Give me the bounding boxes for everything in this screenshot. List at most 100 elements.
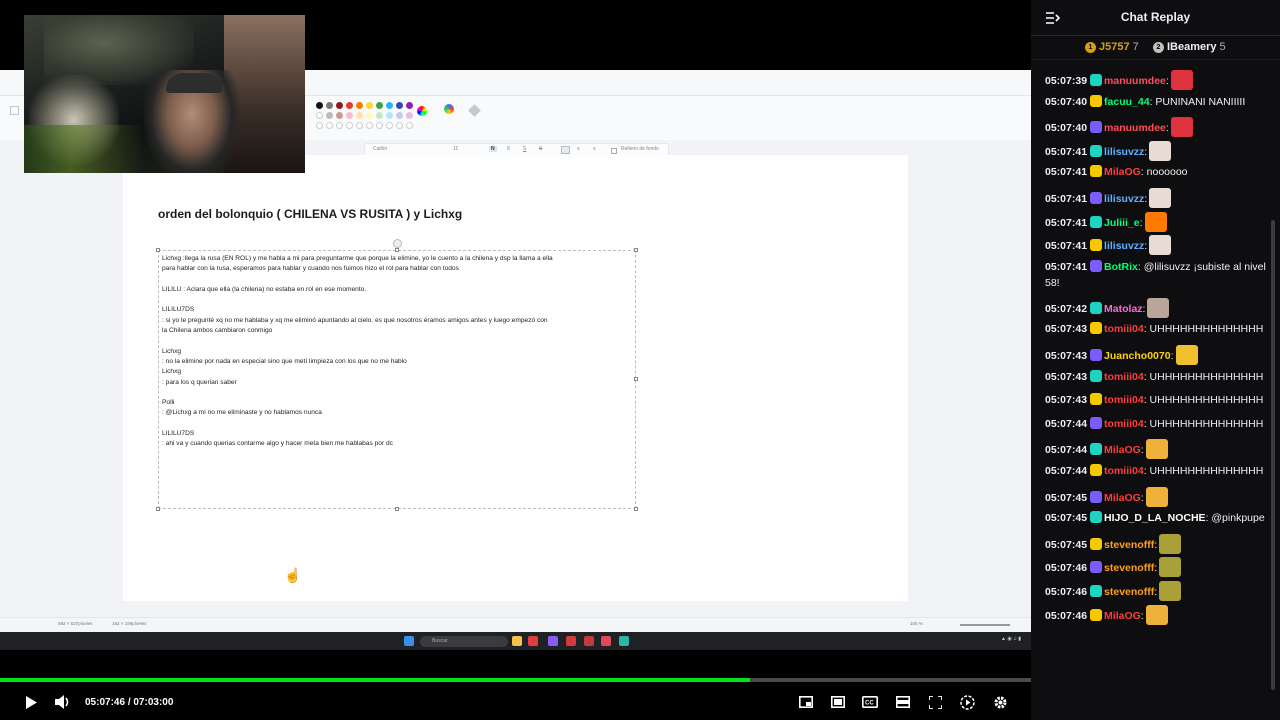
taskbar-search[interactable]: Buscar bbox=[420, 636, 508, 647]
chat-message[interactable]: 05:07:41 lilisuvzz: bbox=[1045, 188, 1267, 208]
playback-speed-icon[interactable] bbox=[957, 692, 977, 712]
color-swatch[interactable] bbox=[336, 122, 343, 129]
color-swatch[interactable] bbox=[326, 122, 333, 129]
chat-message[interactable]: 05:07:39 manuumdee: bbox=[1045, 70, 1267, 90]
color-swatch[interactable] bbox=[356, 122, 363, 129]
message-username[interactable]: lilisuvzz bbox=[1104, 240, 1144, 252]
strikethrough-button[interactable]: S bbox=[539, 146, 542, 152]
chat-message[interactable]: 05:07:46 stevenofff: bbox=[1045, 557, 1267, 578]
align-center-button[interactable]: ≡ bbox=[577, 146, 580, 152]
chat-message[interactable]: 05:07:41 lilisuvzz: bbox=[1045, 235, 1267, 256]
color-swatch[interactable] bbox=[386, 102, 393, 109]
message-username[interactable]: BotRix bbox=[1104, 261, 1138, 273]
play-button[interactable] bbox=[21, 692, 41, 712]
message-username[interactable]: Juliii_e bbox=[1104, 217, 1140, 229]
italic-button[interactable]: K bbox=[507, 146, 510, 152]
chrome-icon[interactable] bbox=[601, 636, 611, 646]
color-swatch[interactable] bbox=[406, 112, 413, 119]
chat-message[interactable]: 05:07:46 stevenofff: bbox=[1045, 581, 1267, 601]
text-box[interactable]: Lichxg :llega la rusa (EN ROL) y me habl… bbox=[156, 239, 638, 511]
color-swatch[interactable] bbox=[366, 112, 373, 119]
folder-icon[interactable] bbox=[512, 636, 522, 646]
color-swatch[interactable] bbox=[386, 112, 393, 119]
chat-message[interactable]: 05:07:41 Juliii_e: bbox=[1045, 211, 1267, 232]
resize-handle[interactable] bbox=[634, 248, 638, 252]
color-swatch[interactable] bbox=[396, 102, 403, 109]
chat-message[interactable]: 05:07:41 BotRix: @lilisuvzz ¡subiste al n… bbox=[1045, 259, 1267, 291]
color-swatch[interactable] bbox=[316, 122, 323, 129]
leaderboard-entry[interactable]: 1 J5757 7 bbox=[1085, 41, 1139, 53]
message-username[interactable]: tomiii04 bbox=[1104, 371, 1144, 383]
align-right-button[interactable]: ≡ bbox=[593, 146, 596, 152]
resize-handle[interactable] bbox=[395, 507, 399, 511]
color-swatch[interactable] bbox=[346, 112, 353, 119]
seek-bar[interactable] bbox=[0, 678, 1031, 682]
color-swatch[interactable] bbox=[326, 112, 333, 119]
chat-message[interactable]: 05:07:40 facuu_44: PUNINANI NANIIIII bbox=[1045, 94, 1267, 110]
volume-icon[interactable] bbox=[53, 692, 73, 712]
chat-message[interactable]: 05:07:43 tomiii04: UHHHHHHHHHHHHHH bbox=[1045, 369, 1267, 385]
theater-mode-icon[interactable] bbox=[828, 692, 848, 712]
font-family-field[interactable]: Calibri bbox=[373, 146, 387, 152]
app-icon[interactable] bbox=[548, 636, 558, 646]
resize-handle[interactable] bbox=[156, 507, 160, 511]
color-swatch[interactable] bbox=[326, 102, 333, 109]
start-icon[interactable] bbox=[404, 636, 414, 646]
fullscreen-icon[interactable] bbox=[925, 692, 945, 712]
color-swatch[interactable] bbox=[336, 102, 343, 109]
chat-message[interactable]: 05:07:45 MilaOG: bbox=[1045, 486, 1267, 507]
color-swatch[interactable] bbox=[316, 112, 323, 119]
chat-message[interactable]: 05:07:45 HIJO_D_LA_NOCHE: @pinkpupe bbox=[1045, 510, 1267, 526]
message-username[interactable]: tomiii04 bbox=[1104, 418, 1144, 430]
chat-scrollbar[interactable] bbox=[1271, 220, 1275, 690]
chat-message[interactable]: 05:07:43 tomiii04: UHHHHHHHHHHHHHH bbox=[1045, 392, 1267, 408]
color-swatch[interactable] bbox=[396, 112, 403, 119]
wide-mode-icon[interactable] bbox=[893, 692, 913, 712]
color-swatch[interactable] bbox=[356, 112, 363, 119]
chat-message[interactable]: 05:07:40 manuumdee: bbox=[1045, 117, 1267, 138]
color-swatch[interactable] bbox=[316, 102, 323, 109]
fill-checkbox[interactable] bbox=[611, 148, 617, 154]
message-username[interactable]: stevenofff bbox=[1104, 562, 1154, 574]
video-player[interactable]: Calibri 11 N K S S ≡ ≡ Relleno de fondo … bbox=[0, 0, 1031, 720]
message-username[interactable]: tomiii04 bbox=[1104, 394, 1144, 406]
message-username[interactable]: MilaOG bbox=[1104, 166, 1141, 178]
paint-icon[interactable] bbox=[584, 636, 594, 646]
app-icon[interactable] bbox=[619, 636, 629, 646]
message-username[interactable]: stevenofff bbox=[1104, 539, 1154, 551]
message-username[interactable]: manuumdee bbox=[1104, 75, 1166, 87]
message-username[interactable]: tomiii04 bbox=[1104, 465, 1144, 477]
color-swatch[interactable] bbox=[376, 122, 383, 129]
message-username[interactable]: MilaOG bbox=[1104, 610, 1141, 622]
captions-icon[interactable]: CC bbox=[860, 692, 880, 712]
message-username[interactable]: MilaOG bbox=[1104, 444, 1141, 456]
color-swatch[interactable] bbox=[346, 122, 353, 129]
color-swatch[interactable] bbox=[406, 122, 413, 129]
color-swatch[interactable] bbox=[366, 122, 373, 129]
message-username[interactable]: manuumdee bbox=[1104, 122, 1166, 134]
settings-gear-icon[interactable] bbox=[990, 692, 1010, 712]
leaderboard-entry[interactable]: 2 IBeamery 5 bbox=[1153, 41, 1226, 53]
message-username[interactable]: tomiii04 bbox=[1104, 323, 1144, 335]
bold-button[interactable]: N bbox=[489, 146, 497, 152]
message-username[interactable]: Matolaz bbox=[1104, 303, 1143, 315]
chat-message[interactable]: 05:07:43 tomiii04: UHHHHHHHHHHHHHH bbox=[1045, 321, 1267, 337]
underline-button[interactable]: S bbox=[523, 146, 526, 152]
chat-message[interactable]: 05:07:41 MilaOG: noooooo bbox=[1045, 164, 1267, 180]
zoom-slider[interactable] bbox=[960, 624, 1010, 626]
chat-message[interactable]: 05:07:44 tomiii04: UHHHHHHHHHHHHHH bbox=[1045, 416, 1267, 432]
align-left-button[interactable] bbox=[561, 146, 570, 154]
chat-message[interactable]: 05:07:45 stevenofff: bbox=[1045, 533, 1267, 554]
color-swatch[interactable] bbox=[376, 102, 383, 109]
color-swatch[interactable] bbox=[396, 122, 403, 129]
color-swatch[interactable] bbox=[346, 102, 353, 109]
color-swatch[interactable] bbox=[406, 102, 413, 109]
chat-message[interactable]: 05:07:41 lilisuvzz: bbox=[1045, 140, 1267, 161]
chat-message-list[interactable]: 05:07:39 manuumdee: 05:07:40 facuu_44: PUNI… bbox=[1031, 62, 1269, 720]
chat-message[interactable]: 05:07:44 tomiii04: UHHHHHHHHHHHHHH bbox=[1045, 463, 1267, 479]
color-swatch[interactable] bbox=[366, 102, 373, 109]
app-icon[interactable] bbox=[566, 636, 576, 646]
chat-message[interactable]: 05:07:42 Matolaz: bbox=[1045, 297, 1267, 318]
color-swatch[interactable] bbox=[376, 112, 383, 119]
message-username[interactable]: Juancho0070 bbox=[1104, 350, 1171, 362]
